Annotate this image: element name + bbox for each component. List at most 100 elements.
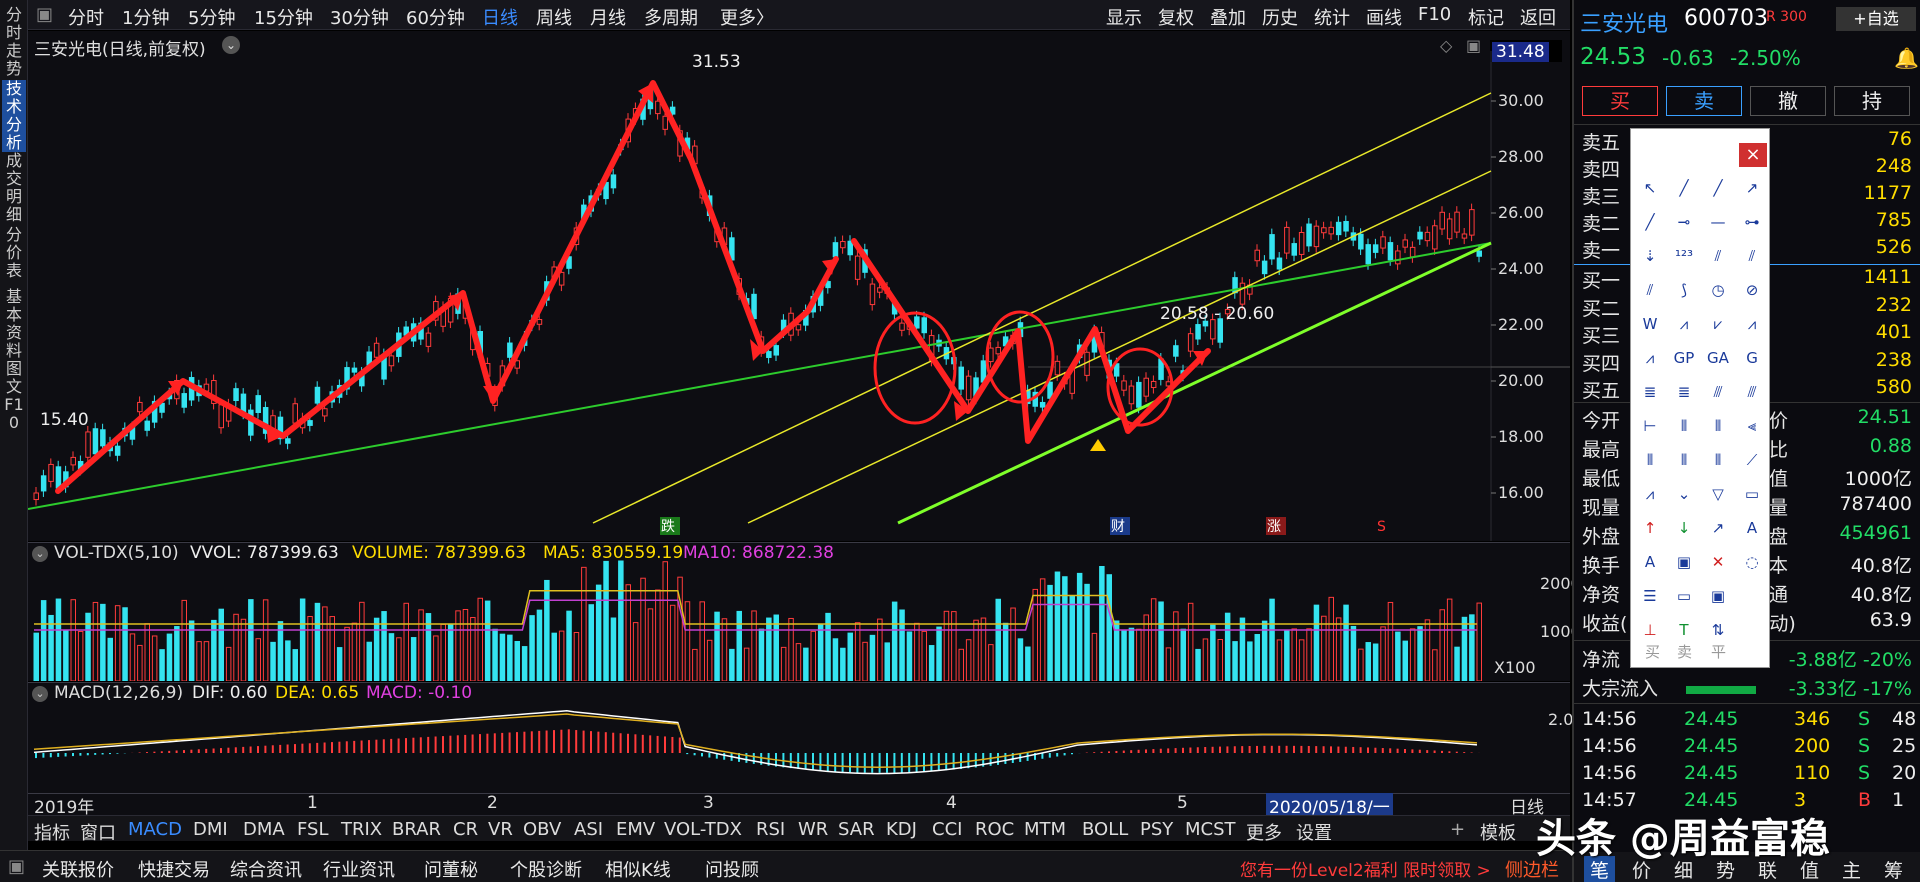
tab-settings[interactable]: 设置 [1296,819,1332,845]
tab-cci[interactable]: CCI [932,819,962,840]
palette-sell[interactable]: 卖 [1677,641,1692,662]
draw-tool-icon[interactable]: ⟆ [1673,279,1695,301]
btn-f10[interactable]: F10 [1418,4,1451,25]
draw-tool-icon[interactable]: ⊢ [1639,415,1661,437]
draw-tool-icon[interactable]: ⫽ [1639,279,1661,301]
draw-tool-icon[interactable]: ⫻ [1707,381,1729,403]
btn-mark[interactable]: 标记 [1468,4,1504,30]
period-multi[interactable]: 多周期 [644,4,698,30]
draw-tool-icon[interactable]: A [1741,517,1763,539]
draw-tool-icon[interactable]: ⩘ [1741,313,1763,335]
menu-icon[interactable]: ▣ [36,4,53,25]
tab-kdj[interactable]: KDJ [886,819,917,840]
draw-tool-icon[interactable]: ▭ [1741,483,1763,505]
draw-tool-icon[interactable]: ⦀ [1673,449,1695,471]
tab-window[interactable]: 窗口 [80,819,116,845]
tab-boll[interactable]: BOLL [1082,819,1128,840]
draw-tool-icon[interactable]: ▣ [1707,585,1729,607]
tab-trade-details[interactable]: 成交明细 [2,152,26,224]
promo-link[interactable]: 您有一份Level2福利 限时领取 > [1240,856,1491,881]
period-more[interactable]: 更多〉 [720,4,774,30]
draw-tool-icon[interactable]: ╱ [1673,177,1695,199]
tab-obv[interactable]: OBV [523,819,561,840]
draw-tool-icon[interactable]: ⩘ [1639,483,1661,505]
cancel-order-button[interactable]: 撤 [1750,86,1826,116]
draw-tool-icon[interactable]: ⦀ [1639,449,1661,471]
status-news[interactable]: 综合资讯 [230,856,302,882]
panel-tab-6[interactable]: 主 [1836,856,1867,882]
tab-vol-tdx[interactable]: VOL-TDX [664,819,742,840]
draw-tool-icon[interactable]: ⦀ [1707,449,1729,471]
draw-tool-icon[interactable]: ╱ [1639,211,1661,233]
draw-tool-icon[interactable]: ⫽ [1741,245,1763,267]
tab-wr[interactable]: WR [798,819,828,840]
close-icon[interactable]: × [1739,143,1767,167]
tab-psy[interactable]: PSY [1140,819,1173,840]
period-15min[interactable]: 15分钟 [254,4,313,30]
tab-brar[interactable]: BRAR [392,819,441,840]
btn-back[interactable]: 返回 [1520,4,1556,30]
draw-tool-icon[interactable]: ⫷ [1741,415,1763,437]
btn-overlay[interactable]: 叠加 [1210,4,1246,30]
status-quotes[interactable]: 关联报价 [42,856,114,882]
draw-tool-icon[interactable]: ⊘ [1741,279,1763,301]
btn-history[interactable]: 历史 [1262,4,1298,30]
tab-mcst[interactable]: MCST [1185,819,1236,840]
draw-tool-icon[interactable]: ⩘ [1639,347,1661,369]
tab-time-sharing[interactable]: 分时走势 [2,6,26,78]
draw-tool-icon[interactable]: ¹²³ [1673,245,1695,267]
tab-sar[interactable]: SAR [838,819,875,840]
btn-draw[interactable]: 画线 [1366,4,1402,30]
draw-tool-icon[interactable]: ⦀ [1673,415,1695,437]
period-fenshi[interactable]: 分时 [68,4,104,30]
draw-tool-icon[interactable]: ⊶ [1741,211,1763,233]
draw-tool-icon[interactable]: ╱ [1707,177,1729,199]
tab-fundamentals[interactable]: 基本资料 [2,288,26,360]
draw-tool-icon[interactable]: ↗ [1707,517,1729,539]
draw-tool-icon[interactable]: ⊸ [1673,211,1695,233]
marker-cai[interactable]: 财 [1111,519,1125,535]
period-60min[interactable]: 60分钟 [406,4,465,30]
tab-trix[interactable]: TRIX [341,819,382,840]
draw-tool-icon[interactable]: ▣ [1673,551,1695,573]
marker-die[interactable]: 跌 [661,519,675,535]
draw-tool-icon[interactable]: — [1707,211,1729,233]
draw-tool-icon[interactable]: ↑ [1639,517,1661,539]
status-advisor[interactable]: 问投顾 [705,856,759,882]
tab-macd[interactable]: MACD [128,819,182,840]
draw-tool-icon[interactable]: ⌄ [1673,483,1695,505]
draw-tool-icon[interactable]: ⩗ [1707,313,1729,335]
draw-tool-icon[interactable]: ≣ [1639,381,1661,403]
tab-emv[interactable]: EMV [616,819,655,840]
period-30min[interactable]: 30分钟 [330,4,389,30]
tab-dmi[interactable]: DMI [193,819,228,840]
draw-tool-icon[interactable]: ☰ [1639,585,1661,607]
add-watchlist-button[interactable]: +自选 [1836,7,1916,31]
tab-indicator[interactable]: 指标 [34,819,70,845]
period-monthly[interactable]: 月线 [590,4,626,30]
draw-tool-icon[interactable]: ⦀ [1707,415,1729,437]
period-1min[interactable]: 1分钟 [122,4,169,30]
panel-tab-7[interactable]: 筹 [1878,856,1909,882]
bell-icon[interactable]: 🔔 [1894,46,1919,70]
holdings-button[interactable]: 持 [1834,86,1910,116]
btn-stats[interactable]: 统计 [1314,4,1350,30]
tab-fsl[interactable]: FSL [297,819,329,840]
draw-tool-icon[interactable]: ↗ [1741,177,1763,199]
draw-tool-icon[interactable]: W [1639,313,1661,335]
buy-button[interactable]: 买 [1582,86,1658,116]
period-weekly[interactable]: 周线 [536,4,572,30]
status-quick-trade[interactable]: 快捷交易 [138,856,210,882]
tab-roc[interactable]: ROC [975,819,1014,840]
template-button[interactable]: 模板 [1480,819,1516,845]
btn-display[interactable]: 显示 [1106,4,1142,30]
tab-more[interactable]: 更多 [1246,819,1282,845]
draw-tool-icon[interactable]: ✕ [1707,551,1729,573]
draw-tool-icon[interactable]: ⫽ [1707,245,1729,267]
period-daily[interactable]: 日线 [482,4,518,30]
marker-s[interactable]: S [1377,519,1386,535]
plus-icon[interactable]: + [1450,819,1465,840]
tab-cr[interactable]: CR [453,819,478,840]
draw-tool-icon[interactable]: ◷ [1707,279,1729,301]
btn-fuquan[interactable]: 复权 [1158,4,1194,30]
